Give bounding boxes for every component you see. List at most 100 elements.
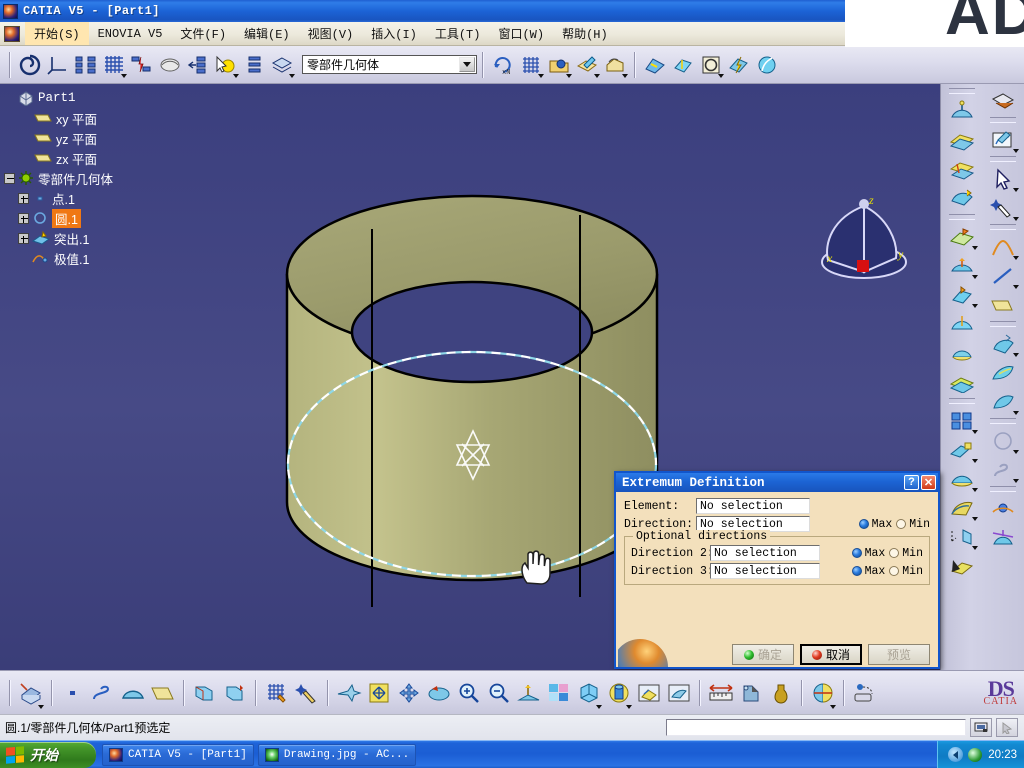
direction3-input[interactable]: No selection	[710, 563, 820, 579]
measure-item-icon[interactable]	[736, 676, 766, 710]
show-hidden-icons-chevron-icon[interactable]	[948, 747, 964, 762]
extrude-surface-right-icon[interactable]	[943, 280, 981, 309]
tree-indent-icon[interactable]	[184, 50, 212, 80]
extrude-icon[interactable]	[669, 50, 697, 80]
menu-item-tools[interactable]: 工具(T)	[426, 22, 490, 45]
measure-icon[interactable]	[706, 676, 736, 710]
taskbar-item-acdsee[interactable]: Drawing.jpg - AC...	[257, 743, 417, 766]
tree-node-part-body[interactable]: 零部件几何体	[4, 168, 113, 188]
line-icon[interactable]	[984, 261, 1022, 290]
sphere-surface-icon[interactable]	[943, 338, 981, 367]
surface-sweep2-icon[interactable]	[984, 329, 1022, 358]
spline-icon[interactable]	[88, 676, 118, 710]
swirl-icon[interactable]	[16, 50, 44, 80]
menu-item-insert[interactable]: 插入(I)	[362, 22, 426, 45]
join-surface-icon[interactable]	[984, 86, 1022, 115]
fill-surface-icon[interactable]	[943, 222, 981, 251]
grid-icon[interactable]	[100, 50, 128, 80]
section-icon[interactable]	[808, 676, 838, 710]
surface-offset-icon[interactable]	[943, 125, 981, 154]
select-arrow-icon[interactable]	[984, 164, 1022, 193]
direction2-max-radio[interactable]: Max	[851, 547, 885, 560]
direction-max-radio[interactable]: Max	[858, 518, 892, 531]
volume-icon[interactable]	[968, 747, 983, 762]
close-icon[interactable]: ✕	[921, 475, 936, 490]
normal-view-icon[interactable]	[514, 676, 544, 710]
cancel-button[interactable]: 取消	[800, 644, 862, 665]
translate-surface-icon[interactable]	[943, 522, 981, 551]
circle-right-icon[interactable]	[984, 426, 1022, 455]
direction2-input[interactable]: No selection	[710, 545, 820, 561]
point-bottom-icon[interactable]	[58, 676, 88, 710]
inertia-icon[interactable]	[766, 676, 796, 710]
material-cylinder-icon[interactable]	[604, 676, 634, 710]
clock-label[interactable]: 20:23	[988, 749, 1017, 761]
arc-icon[interactable]	[118, 676, 148, 710]
pattern-grid-icon[interactable]	[943, 406, 981, 435]
help-button[interactable]: ?	[904, 475, 919, 490]
fit-all-icon[interactable]	[364, 676, 394, 710]
tree-expand-toggle-icon[interactable]	[18, 232, 29, 244]
grid-sketch-icon[interactable]	[262, 676, 292, 710]
extremum-definition-dialog[interactable]: Extremum Definition ? ✕ Element: No sele…	[614, 471, 940, 669]
tree-node-extremum-1[interactable]: 极值.1	[4, 248, 113, 268]
blend-icon[interactable]	[753, 50, 781, 80]
shading-icon[interactable]	[574, 676, 604, 710]
menu-item-window[interactable]: 窗口(W)	[489, 22, 553, 45]
wireframe-sketch-icon[interactable]	[156, 50, 184, 80]
ok-button[interactable]: 确定	[732, 644, 794, 665]
isometric-view-icon[interactable]	[16, 676, 46, 710]
load-part-icon[interactable]	[545, 50, 573, 80]
swap-visible-icon[interactable]	[664, 676, 694, 710]
house-measure-icon[interactable]	[601, 50, 629, 80]
menu-item-file[interactable]: 文件(F)	[171, 22, 235, 45]
blend-surface-icon[interactable]	[943, 464, 981, 493]
surface-sweep-icon[interactable]	[943, 183, 981, 212]
viewport-compass-icon[interactable]: z x y	[802, 184, 922, 294]
highlight-arrow-icon[interactable]	[212, 50, 240, 80]
zoom-out-icon[interactable]	[484, 676, 514, 710]
pointer-icon[interactable]	[996, 718, 1018, 737]
repeat-object-icon[interactable]: xN	[489, 50, 517, 80]
surface-fill-icon[interactable]	[641, 50, 669, 80]
corner-curve-icon[interactable]	[984, 232, 1022, 261]
extrude-surface-bottom-icon[interactable]	[190, 676, 220, 710]
menu-item-help[interactable]: 帮助(H)	[553, 22, 617, 45]
zoom-in-icon[interactable]	[454, 676, 484, 710]
lightning-surface-icon[interactable]	[725, 50, 753, 80]
extremum-right-icon[interactable]	[984, 494, 1022, 523]
layers-icon[interactable]	[268, 50, 296, 80]
fillet-surface-icon[interactable]	[943, 493, 981, 522]
tree-node-xy-plane[interactable]: xy 平面	[4, 108, 113, 128]
tree-node-zx-plane[interactable]: zx 平面	[4, 148, 113, 168]
tree-expand-toggle-icon[interactable]	[18, 192, 29, 204]
tree-flash-icon[interactable]	[128, 50, 156, 80]
rotate-icon[interactable]	[424, 676, 454, 710]
polar-extremum-icon[interactable]	[984, 523, 1022, 552]
tree-root-node[interactable]: Part1	[4, 88, 113, 108]
multi-view-icon[interactable]	[544, 676, 574, 710]
direction3-max-radio[interactable]: Max	[851, 565, 885, 578]
status-input-field[interactable]	[666, 719, 966, 736]
geometry-set-combo[interactable]: 零部件几何体	[302, 55, 477, 74]
loft-surface-icon[interactable]	[943, 251, 981, 280]
split-surface-icon[interactable]	[943, 551, 981, 580]
specification-tree[interactable]: Part1 xy 平面 yz 平面 zx 平面 零部件几何体 点.1 圆.1 突…	[4, 88, 113, 268]
patch-surface-icon[interactable]	[984, 358, 1022, 387]
render-icon[interactable]	[850, 676, 880, 710]
grid-pattern-icon[interactable]	[517, 50, 545, 80]
tree-node-extrude-1[interactable]: 突出.1	[4, 228, 113, 248]
revolve-surface-right-icon[interactable]	[943, 309, 981, 338]
element-input[interactable]: No selection	[696, 498, 810, 514]
magic-select-icon[interactable]	[984, 193, 1022, 222]
pan-icon[interactable]	[394, 676, 424, 710]
surface-point-icon[interactable]	[943, 96, 981, 125]
plane-bottom-icon[interactable]	[148, 676, 178, 710]
direction-min-radio[interactable]: Min	[896, 518, 930, 531]
spline-right-icon[interactable]	[984, 455, 1022, 484]
plane-right-icon[interactable]	[984, 290, 1022, 319]
tree-expand-toggle-icon[interactable]	[18, 212, 29, 224]
menu-item-enovia[interactable]: ENOVIA V5	[89, 24, 172, 44]
magic-wand-icon[interactable]	[292, 676, 322, 710]
shell-surface-icon[interactable]	[943, 367, 981, 396]
